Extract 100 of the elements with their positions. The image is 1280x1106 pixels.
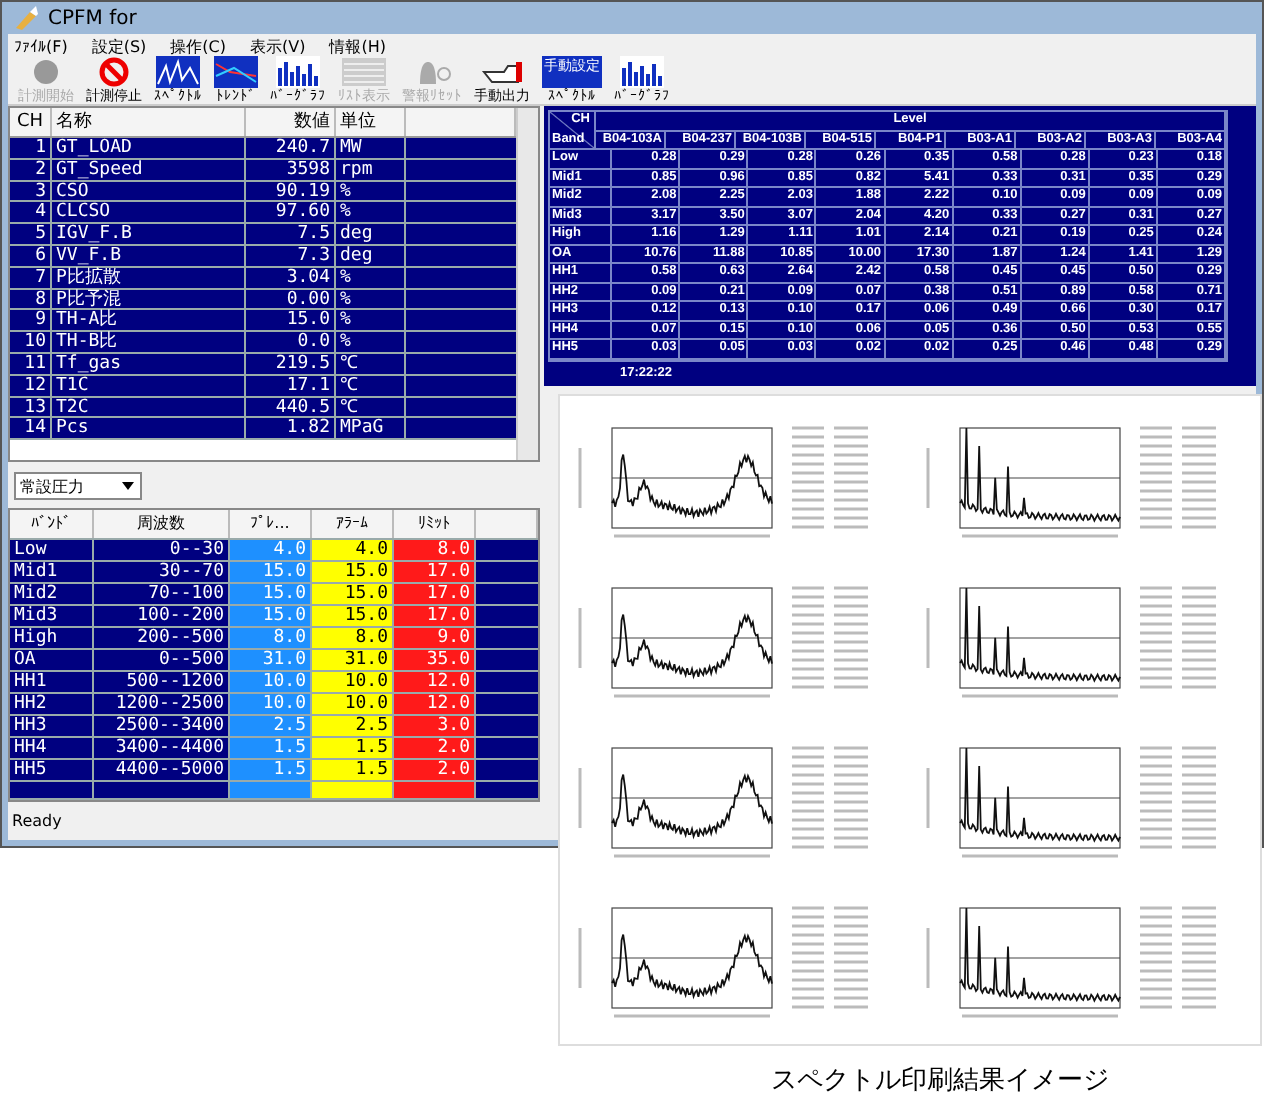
table-cell: MPaG bbox=[336, 418, 406, 439]
table-cell: 7 bbox=[10, 267, 52, 288]
table-cell: 3 bbox=[10, 181, 52, 201]
table-cell: 35.0 bbox=[394, 650, 476, 670]
table-cell: 6 bbox=[10, 245, 52, 266]
table-cell: deg bbox=[336, 245, 406, 266]
table-cell: High bbox=[10, 628, 94, 648]
table-cell: 31.0 bbox=[230, 650, 312, 670]
table-cell: Low bbox=[10, 540, 94, 560]
table-cell: IGV_F.B bbox=[52, 224, 246, 244]
table-cell: Tf_gas bbox=[52, 353, 246, 374]
table-cell: MW bbox=[336, 138, 406, 158]
table-cell: 1.82 bbox=[246, 418, 336, 439]
table-cell: ℃ bbox=[336, 397, 406, 417]
table-cell: P比拡散 bbox=[52, 267, 246, 288]
table-cell: 15.0 bbox=[312, 584, 394, 604]
sensor-dropdown[interactable]: 常設圧力 bbox=[14, 472, 142, 500]
table-cell: HH3 bbox=[10, 716, 94, 736]
table-cell: ℃ bbox=[336, 353, 406, 374]
table-cell: 1.5 bbox=[312, 738, 394, 758]
table-cell: 4.0 bbox=[312, 540, 394, 560]
window-title: CPFM for bbox=[48, 7, 137, 30]
column-header[interactable]: 周波数 bbox=[94, 510, 230, 538]
table-cell: 1.5 bbox=[230, 760, 312, 780]
chart-icon bbox=[276, 56, 320, 88]
chart-icon bbox=[620, 56, 664, 88]
table-cell: 1.5 bbox=[230, 738, 312, 758]
table-cell: % bbox=[336, 181, 406, 201]
table-cell: 2.5 bbox=[230, 716, 312, 736]
table-cell: 12.0 bbox=[394, 694, 476, 714]
table-cell: ℃ bbox=[336, 375, 406, 396]
table-cell: TH-B比 bbox=[52, 332, 246, 352]
table-cell: 11 bbox=[10, 353, 52, 374]
table-cell: 240.7 bbox=[246, 138, 336, 158]
table-cell: 97.60 bbox=[246, 202, 336, 223]
table-cell: 15.0 bbox=[246, 310, 336, 331]
table-cell: 15.0 bbox=[312, 562, 394, 582]
table-cell: 17.0 bbox=[394, 562, 476, 582]
table-cell: % bbox=[336, 310, 406, 331]
column-header[interactable]: ｱﾗｰﾑ bbox=[312, 510, 394, 538]
table-cell: 2.0 bbox=[394, 738, 476, 758]
column-header[interactable]: CH bbox=[10, 108, 52, 136]
column-header[interactable]: 単位 bbox=[336, 108, 406, 136]
table-cell: Pcs bbox=[52, 418, 246, 439]
scrollbar[interactable] bbox=[516, 108, 538, 460]
table-cell: 2.0 bbox=[394, 760, 476, 780]
table-cell: 8.0 bbox=[394, 540, 476, 560]
table-cell: 15.0 bbox=[230, 562, 312, 582]
table-cell: 3598 bbox=[246, 159, 336, 180]
table-cell: HH5 bbox=[10, 760, 94, 780]
table-cell: 2.5 bbox=[312, 716, 394, 736]
table-cell: CLCSO bbox=[52, 202, 246, 223]
table-cell: CSO bbox=[52, 181, 246, 201]
table-cell: 3.04 bbox=[246, 267, 336, 288]
chart-icon bbox=[214, 56, 258, 88]
table-cell: VV_F.B bbox=[52, 245, 246, 266]
chart-icon bbox=[542, 56, 602, 88]
table-cell: 5 bbox=[10, 224, 52, 244]
chart-icon bbox=[156, 56, 200, 88]
table-cell: 7.5 bbox=[246, 224, 336, 244]
column-header[interactable]: 名称 bbox=[52, 108, 246, 136]
table-cell: 10 bbox=[10, 332, 52, 352]
table-cell: 15.0 bbox=[312, 606, 394, 626]
table-cell: HH1 bbox=[10, 672, 94, 692]
table-cell: 4 bbox=[10, 202, 52, 223]
table-cell: HH4 bbox=[10, 738, 94, 758]
table-cell: 10.0 bbox=[312, 694, 394, 714]
status-text: Ready bbox=[10, 810, 64, 834]
table-cell: GT_LOAD bbox=[52, 138, 246, 158]
table-cell: 10.0 bbox=[230, 694, 312, 714]
table-cell: 0.0 bbox=[246, 332, 336, 352]
table-cell: 13 bbox=[10, 397, 52, 417]
table-cell: 15.0 bbox=[230, 584, 312, 604]
table-cell: deg bbox=[336, 224, 406, 244]
table-cell: 3.0 bbox=[394, 716, 476, 736]
table-cell: 90.19 bbox=[246, 181, 336, 201]
column-header[interactable]: ﾘﾐｯﾄ bbox=[394, 510, 476, 538]
table-cell: 4.0 bbox=[230, 540, 312, 560]
table-cell: HH2 bbox=[10, 694, 94, 714]
column-header[interactable]: 数値 bbox=[246, 108, 336, 136]
table-cell: P比予混 bbox=[52, 289, 246, 309]
table-cell: 17.0 bbox=[394, 584, 476, 604]
table-cell: 9 bbox=[10, 310, 52, 331]
table-cell: 9.0 bbox=[394, 628, 476, 648]
table-cell: Mid1 bbox=[10, 562, 94, 582]
table-cell: 219.5 bbox=[246, 353, 336, 374]
menu-item[interactable]: 設定(S) bbox=[91, 35, 147, 58]
column-header[interactable]: ﾊﾞﾝﾄﾞ bbox=[10, 510, 94, 538]
table-cell: % bbox=[336, 289, 406, 309]
menu-item[interactable]: 操作(C) bbox=[170, 35, 226, 58]
table-cell: 1 bbox=[10, 138, 52, 158]
table-cell: 7.3 bbox=[246, 245, 336, 266]
table-cell: 1.5 bbox=[312, 760, 394, 780]
table-cell: 17.0 bbox=[394, 606, 476, 626]
menu-item[interactable]: 情報(H) bbox=[329, 35, 386, 58]
table-cell: 8.0 bbox=[230, 628, 312, 648]
menu-item[interactable]: 表示(V) bbox=[250, 35, 306, 58]
menu-item[interactable]: ﾌｧｲﾙ(F) bbox=[14, 37, 68, 56]
column-header[interactable]: ﾌﾟﾚ... bbox=[230, 510, 312, 538]
caption: スペクトル印刷結果イメージ bbox=[769, 1064, 1109, 1098]
